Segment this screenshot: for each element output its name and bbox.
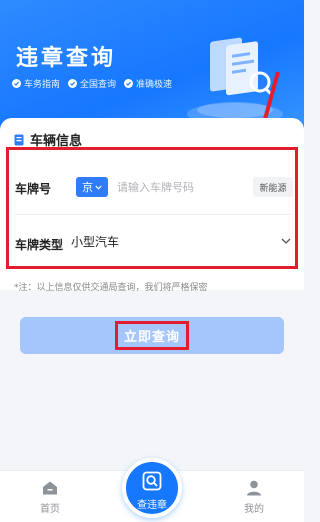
check-icon	[12, 79, 21, 88]
feature-item: 全国查询	[68, 77, 116, 90]
tab-mine-label: 我的	[244, 504, 264, 515]
plate-type-select[interactable]: 小型汽车	[69, 230, 295, 252]
check-icon	[68, 79, 78, 88]
search-document-icon	[142, 471, 162, 491]
plate-type-label: 车牌类型	[15, 238, 64, 252]
check-icon	[124, 79, 134, 88]
vehicle-form: 车牌号 京 新能源 车牌类型 小型汽车	[6, 147, 298, 269]
feature-list: 车务指南 全国查询 准确极速	[12, 77, 172, 90]
query-now-button[interactable]: 立即查询	[20, 317, 284, 354]
plate-number-input[interactable]	[117, 177, 247, 197]
feature-item: 车务指南	[12, 77, 60, 90]
province-value: 京	[82, 181, 93, 194]
tab-home[interactable]: 首页	[20, 479, 80, 515]
province-select[interactable]: 京	[76, 177, 108, 197]
tab-center-label: 查违章	[137, 500, 167, 511]
feature-label: 全国查询	[80, 80, 117, 90]
feature-label: 准确极速	[136, 80, 173, 90]
tab-home-label: 首页	[40, 504, 60, 515]
plate-label: 车牌号	[15, 182, 52, 196]
plate-type-value: 小型汽车	[71, 234, 120, 249]
tab-mine[interactable]: 我的	[224, 479, 284, 515]
tab-check-violations[interactable]: 查违章	[122, 458, 182, 518]
feature-item: 准确极速	[124, 77, 172, 90]
user-icon	[247, 480, 261, 496]
divider	[15, 214, 291, 215]
home-icon	[43, 481, 57, 495]
feature-label: 车务指南	[24, 80, 61, 90]
new-energy-button[interactable]: 新能源	[253, 177, 293, 197]
query-button-label: 立即查询	[114, 321, 189, 350]
chevron-down-icon	[95, 185, 102, 190]
page-title: 违章查询	[16, 46, 117, 71]
chevron-down-icon	[281, 238, 291, 244]
document-icon	[14, 134, 24, 145]
privacy-note: *注：以上信息仅供交通局查询，我们将严格保密	[14, 283, 208, 293]
